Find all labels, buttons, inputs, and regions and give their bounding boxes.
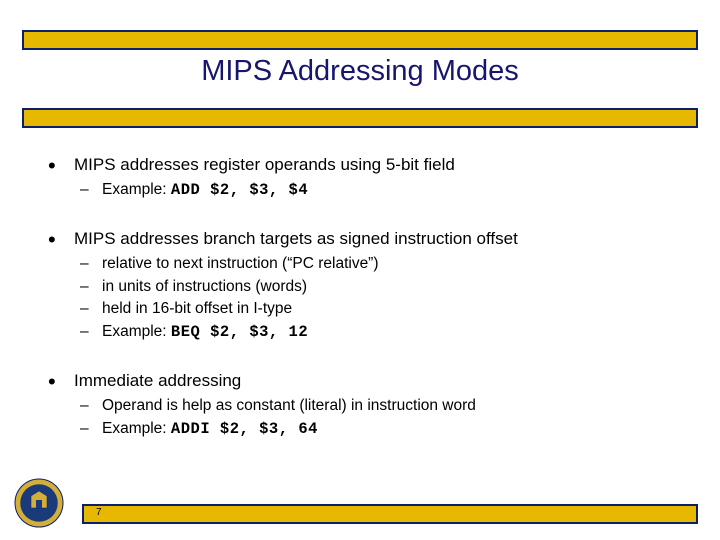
bottom-band xyxy=(82,504,698,524)
sub-text: relative to next instruction (“PC relati… xyxy=(102,255,379,272)
page-number: 7 xyxy=(96,507,102,518)
sub-text: Operand is help as constant (literal) in… xyxy=(102,397,476,414)
sub-text: Example: xyxy=(102,420,171,437)
slide-title: MIPS Addressing Modes xyxy=(0,55,720,88)
bullet-item: MIPS addresses register operands using 5… xyxy=(40,155,690,201)
sub-band xyxy=(22,108,698,128)
sub-list: Operand is help as constant (literal) in… xyxy=(74,395,690,440)
code: ADDI $2, $3, 64 xyxy=(171,420,318,438)
code: BEQ $2, $3, 12 xyxy=(171,323,308,341)
code: ADD $2, $3, $4 xyxy=(171,181,308,199)
sub-item: Example: ADDI $2, $3, 64 xyxy=(74,418,690,440)
sub-list: relative to next instruction (“PC relati… xyxy=(74,253,690,343)
sub-item: held in 16-bit offset in I-type xyxy=(74,298,690,320)
sub-list: Example: ADD $2, $3, $4 xyxy=(74,179,690,201)
sub-text: Example: xyxy=(102,181,171,198)
bullet-list: MIPS addresses register operands using 5… xyxy=(40,155,690,440)
bullet-item: MIPS addresses branch targets as signed … xyxy=(40,229,690,343)
sub-item: Example: ADD $2, $3, $4 xyxy=(74,179,690,201)
sub-item: Example: BEQ $2, $3, 12 xyxy=(74,321,690,343)
bullet-heading: MIPS addresses register operands using 5… xyxy=(74,155,690,175)
sub-text: Example: xyxy=(102,323,171,340)
sub-item: relative to next instruction (“PC relati… xyxy=(74,253,690,275)
sub-item: Operand is help as constant (literal) in… xyxy=(74,395,690,417)
bullet-heading: MIPS addresses branch targets as signed … xyxy=(74,229,690,249)
content-area: MIPS addresses register operands using 5… xyxy=(40,155,690,468)
university-seal-icon xyxy=(14,478,64,528)
bullet-heading: Immediate addressing xyxy=(74,371,690,391)
sub-item: in units of instructions (words) xyxy=(74,276,690,298)
sub-text: held in 16-bit offset in I-type xyxy=(102,300,292,317)
bullet-item: Immediate addressing Operand is help as … xyxy=(40,371,690,440)
top-band xyxy=(22,30,698,50)
sub-text: in units of instructions (words) xyxy=(102,278,307,295)
